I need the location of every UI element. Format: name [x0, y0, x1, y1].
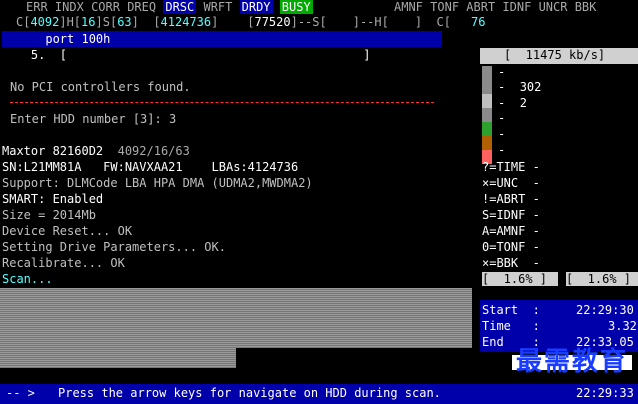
recalibrate: Recalibrate... OK	[2, 256, 125, 270]
bar-150ms	[482, 108, 492, 122]
bbk-flag: BBK	[574, 0, 597, 14]
legend-abrt: !=ABRT -	[482, 192, 540, 206]
header-columns-right: AMNF TONF ABRT IDNF UNCR BBK	[394, 0, 596, 15]
bar-500ms	[482, 122, 492, 136]
time-value: 3.32	[608, 319, 637, 333]
select-line[interactable]: 5. [ ]	[2, 48, 371, 63]
abrt-flag: ABRT	[466, 0, 496, 14]
progress-left: [ 1.6% ]	[482, 272, 558, 286]
c-mid: ] C[	[414, 15, 451, 29]
drive-model: Maxtor 82160D2 4092/16/63	[2, 144, 190, 158]
h-value: 16	[81, 15, 96, 29]
legend-idnf: S=IDNF -	[482, 208, 540, 222]
drive-serial-line: SN:L21MM81A FW:NAVXAA21 LBAs:4124736	[2, 160, 299, 174]
drive-geometry: 4092/16/63	[117, 144, 190, 158]
dreq-flag: DREQ	[127, 0, 157, 14]
bar-label-0: -	[498, 65, 506, 79]
watermark-logo: 最需教育	[512, 349, 633, 375]
no-pci-message: No PCI controllers found.	[10, 80, 191, 94]
setting-params: Setting Drive Parameters... OK.	[2, 240, 226, 254]
device-reset: Device Reset... OK	[2, 224, 133, 238]
busy-flag: BUSY	[279, 0, 313, 14]
start-value: 22:29:30	[576, 303, 634, 317]
bar-value-2: 2	[519, 96, 527, 110]
scan-map	[0, 288, 472, 348]
cyl-value: 77520	[254, 15, 291, 29]
legend-time: ?=TIME -	[482, 160, 540, 174]
progress-right: [ 1.6% ]	[566, 272, 638, 286]
s-mid: ]--S[	[290, 15, 327, 29]
bar-label-4: -	[498, 127, 506, 141]
c-end: 76	[470, 15, 486, 29]
lba-value: 4124736	[160, 15, 212, 29]
bar-20ms	[482, 80, 492, 94]
bar-gt500ms	[482, 136, 492, 150]
bar-50ms	[482, 94, 492, 108]
drsc-flag: DRSC	[163, 0, 197, 14]
time-label: Time :	[482, 319, 540, 333]
bracket-open: ] [	[131, 15, 161, 29]
speed-box: [ 11475 kb/s]	[480, 48, 638, 64]
s-value: 63	[117, 15, 132, 29]
legend-tonf: 0=TONF -	[482, 240, 540, 254]
h-mid: ]--H[	[352, 15, 389, 29]
h-label: ]H[	[59, 15, 82, 29]
drive-support: Support: DLMCode LBA HPA DMA (UDMA2,MWDM…	[2, 176, 313, 190]
time-panel: Start : 22:29:30 Time : 3.32 End : 22:33…	[480, 300, 638, 352]
legend-bbk: ×=BBK -	[482, 256, 540, 270]
c-label: C[	[16, 15, 31, 29]
corr-flag: CORR	[91, 0, 120, 14]
drive-size: Size = 2014Mb	[2, 208, 96, 222]
legend-unc: ×=UNC -	[482, 176, 540, 190]
status-bar: -- > Press the arrow keys for navigate o…	[0, 384, 638, 404]
status-clock: 22:29:33	[576, 386, 634, 400]
speed-value: [ 11475 kb/s]	[504, 48, 606, 62]
port-line: port 100h	[2, 32, 111, 46]
drive-smart: SMART: Enabled	[2, 192, 104, 206]
legend-amnf: A=AMNF -	[482, 224, 540, 238]
header-columns-left: ERR INDX CORR DREQ DRSC WRFT DRDY BUSY	[26, 0, 313, 15]
scan-label: Scan...	[2, 272, 53, 286]
bar-label-1: - 302	[498, 80, 542, 94]
c-value: 4092	[30, 15, 60, 29]
start-label: Start :	[482, 303, 540, 317]
bar-value-302: 302	[519, 80, 542, 94]
bar-label-3: -	[498, 111, 506, 125]
indx-flag: INDX	[54, 0, 84, 14]
bar-5ms	[482, 66, 492, 80]
chs-row: C[4092]H[16]S[63] [4124736] [77520]--S[]…	[16, 15, 485, 30]
bar-label-5: -	[498, 143, 506, 157]
wrft-flag: WRFT	[203, 0, 233, 14]
scan-map-tail	[0, 348, 236, 368]
separator-line	[10, 102, 434, 103]
drdy-flag: DRDY	[239, 0, 273, 14]
s-label: ]S[	[95, 15, 118, 29]
status-message: Press the arrow keys for navigate on HDD…	[58, 386, 441, 400]
status-arrow: -- >	[6, 386, 35, 400]
idnf-flag: IDNF	[502, 0, 532, 14]
bar-label-2: - 2	[498, 96, 527, 110]
tonf-flag: TONF	[430, 0, 460, 14]
enter-hdd-prompt[interactable]: Enter HDD number [3]: 3	[10, 112, 176, 127]
uncr-flag: UNCR	[538, 0, 568, 14]
port-selector-bar[interactable]: port 100h	[2, 31, 442, 47]
bracket-close: ] [	[211, 15, 255, 29]
err-flag: ERR	[26, 0, 48, 14]
amnf-flag: AMNF	[394, 0, 423, 14]
